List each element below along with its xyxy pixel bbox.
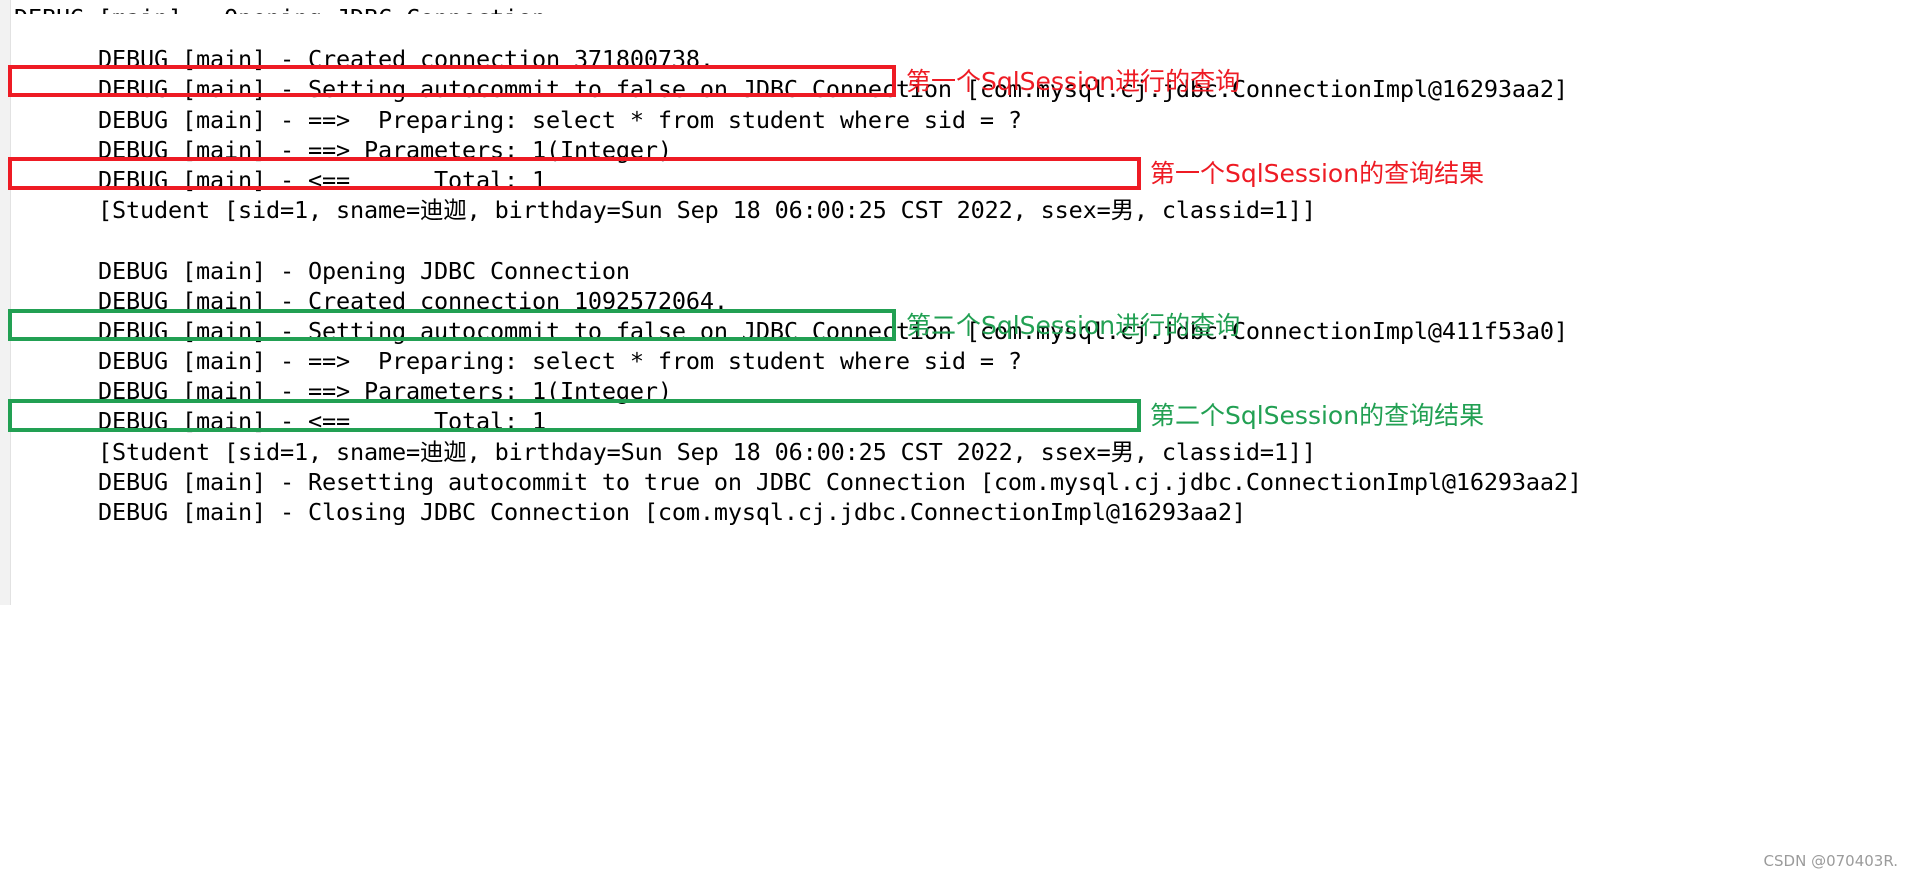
- log-line: DEBUG [main] - <== Total: 1: [14, 376, 1912, 435]
- console-left-gutter: [0, 0, 11, 605]
- log-line: DEBUG [main] - <== Total: 1: [14, 135, 1912, 194]
- log-line-text: DEBUG [main] - Closing JDBC Connection […: [98, 498, 1246, 527]
- annotation-second-session-result: 第二个SqlSession的查询结果: [1150, 401, 1485, 430]
- log-line: DEBUG [main] - Closing JDBC Connection […: [14, 467, 1912, 526]
- annotation-second-session-query: 第二个SqlSession进行的查询: [906, 311, 1241, 340]
- log-line-first-session-result: [Student [sid=1, sname=迪迦, birthday=Sun …: [14, 165, 1912, 224]
- log-line: DEBUG [main] - Opening JDBC Connection: [14, 225, 1912, 285]
- annotation-first-session-query: 第一个SqlSession进行的查询: [906, 67, 1241, 96]
- log-line: DEBUG [main] - ==> Parameters: 1(Integer…: [14, 346, 1912, 405]
- log-line-second-session-result: [Student [sid=1, sname=迪迦, birthday=Sun …: [14, 406, 1912, 466]
- log-line-text: [Student [sid=1, sname=迪迦, birthday=Sun …: [98, 196, 1316, 225]
- log-line: DEBUG [main] - Resetting autocommit to t…: [14, 437, 1912, 496]
- log-line: DEBUG [main] - ==> Parameters: 1(Integer…: [14, 105, 1912, 164]
- console-output-pane[interactable]: DEBUG [main] - Opening JDBC Connection D…: [0, 0, 1912, 605]
- log-line: DEBUG [main] - Created connection 371800…: [14, 14, 1912, 73]
- log-line: DEBUG [main] - Created connection 109257…: [14, 256, 1912, 315]
- log-line: DEBUG [main] - Opening JDBC Connection: [14, 0, 1912, 14]
- annotation-first-session-result: 第一个SqlSession的查询结果: [1150, 159, 1485, 188]
- csdn-watermark: CSDN @070403R.: [1763, 852, 1898, 870]
